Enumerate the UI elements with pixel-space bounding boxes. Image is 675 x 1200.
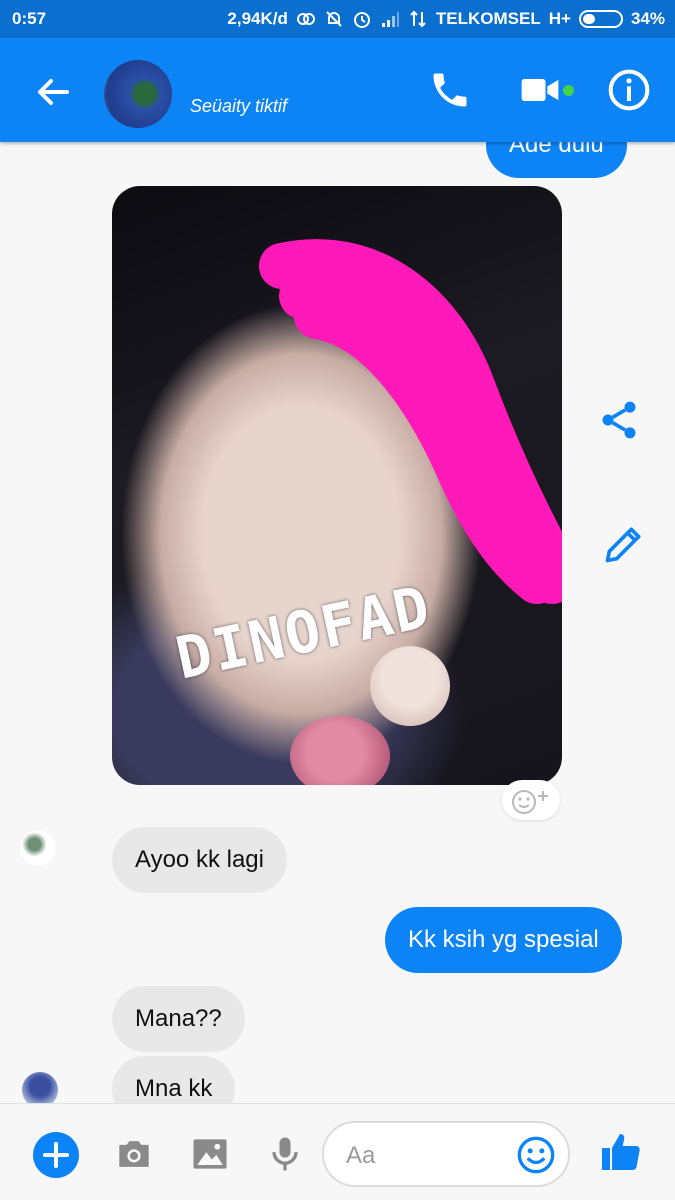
camera-icon[interactable] — [112, 1132, 156, 1176]
alarm-icon — [353, 12, 370, 28]
data-rate: 2,94K/d — [227, 9, 288, 28]
add-reaction-button[interactable] — [502, 780, 560, 820]
contact-name[interactable]: Seüaity tiktif — [190, 96, 287, 117]
online-indicator — [563, 85, 574, 96]
battery-icon — [578, 10, 623, 28]
emoji-icon[interactable] — [516, 1135, 556, 1175]
carrier-name: TELKOMSEL — [435, 9, 541, 28]
message-bubble-outgoing[interactable]: Kk ksih yg spesial — [385, 907, 622, 973]
status-icons: 2,94K/d TELKOMSEL H+ 34% — [227, 9, 665, 29]
video-camera-icon[interactable] — [518, 68, 562, 112]
status-bar: 0:57 2,94K/d TELKOMSEL H+ 34% — [0, 0, 675, 38]
message-text: Mna kk — [135, 1075, 213, 1102]
message-bubble-incoming[interactable]: Ayoo kk lagi — [112, 827, 287, 893]
info-icon[interactable] — [607, 68, 651, 112]
sync-icon — [296, 13, 315, 25]
signal-icon — [381, 12, 399, 27]
message-text: Kk ksih yg spesial — [408, 926, 599, 953]
mute-bell-icon — [326, 11, 342, 27]
contact-avatar[interactable] — [104, 60, 172, 128]
chat-header: Seüaity tiktif — [0, 38, 675, 142]
back-arrow-icon[interactable] — [33, 72, 73, 112]
network-type: H+ — [548, 9, 571, 28]
add-reaction-icon — [512, 790, 548, 814]
phone-icon[interactable] — [428, 68, 472, 112]
battery-percent: 34% — [630, 9, 665, 28]
message-input-field[interactable] — [322, 1121, 570, 1187]
more-actions-button[interactable] — [33, 1132, 79, 1178]
edit-pencil-icon[interactable] — [602, 522, 646, 566]
pink-scribble — [259, 239, 562, 604]
message-text: Ayoo kk lagi — [135, 846, 264, 873]
message-text: Mana?? — [135, 1005, 222, 1032]
gallery-icon[interactable] — [188, 1132, 232, 1176]
battery-level — [582, 14, 595, 24]
message-bubble-incoming[interactable]: Mana?? — [112, 986, 245, 1052]
message-input[interactable] — [346, 1141, 516, 1171]
thumbs-up-icon[interactable] — [598, 1128, 646, 1176]
message-composer — [0, 1103, 675, 1200]
data-transfer-icon — [410, 10, 426, 28]
plus-icon — [43, 1142, 69, 1168]
status-time: 0:57 — [12, 9, 47, 28]
sender-avatar[interactable] — [20, 830, 56, 866]
microphone-icon[interactable] — [263, 1132, 307, 1176]
photo-message[interactable]: DINOFAD — [112, 186, 562, 785]
share-icon[interactable] — [597, 398, 641, 442]
